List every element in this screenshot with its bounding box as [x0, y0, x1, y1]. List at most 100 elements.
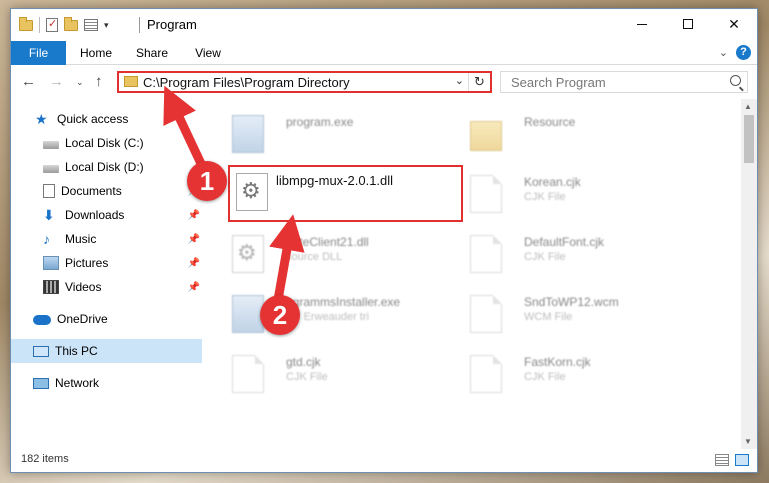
search-icon [730, 75, 741, 86]
list-item[interactable]: program.exe [222, 109, 467, 161]
pictures-icon [43, 256, 59, 270]
search-placeholder: Search Program [511, 75, 606, 90]
sidebar-item-music[interactable]: ♪ Music 📌 [11, 227, 202, 251]
executable-icon [232, 115, 264, 153]
properties-icon[interactable] [46, 17, 58, 32]
file-name: dateClient21.dll [286, 235, 369, 249]
cloud-icon [33, 315, 51, 325]
sidebar-item-videos[interactable]: Videos 📌 [11, 275, 202, 299]
sidebar-item-this-pc[interactable]: This PC [11, 339, 202, 363]
window-title: Program [147, 17, 197, 32]
list-item[interactable]: FastKorn.cjk CJK File [460, 349, 705, 401]
file-name: ogrammsInstaller.exe [286, 295, 401, 309]
divider [39, 17, 40, 33]
status-bar: 182 items [11, 449, 757, 472]
tab-file[interactable]: File [11, 41, 66, 65]
back-arrow-icon[interactable]: ← [21, 73, 36, 90]
sidebar-item-label: Quick access [57, 112, 129, 126]
sidebar-item-local-disk-d[interactable]: Local Disk (D:) [11, 155, 202, 179]
address-path[interactable]: C:\Program Files\Program Directory [143, 75, 350, 90]
list-item[interactable]: ogrammsInstaller.exe BY Erweauder tri [222, 289, 467, 341]
large-icons-view-icon[interactable] [735, 454, 749, 466]
file-type: CJK File [524, 251, 566, 263]
details-view-icon[interactable] [715, 454, 729, 466]
step-1-badge: 1 [187, 161, 227, 201]
file-type: WCM File [524, 311, 573, 323]
recent-locations-icon[interactable]: ⌄ [76, 77, 84, 88]
ribbon: File Home Share View ⌄ ? [11, 41, 757, 65]
scroll-down-icon[interactable]: ▼ [744, 437, 752, 446]
list-item[interactable]: DefaultFont.cjk CJK File [460, 229, 705, 281]
list-item[interactable]: dateClient21.dll source DLL [222, 229, 467, 281]
pin-icon[interactable]: 📌 [188, 282, 200, 293]
scroll-thumb[interactable] [744, 115, 754, 163]
help-icon[interactable]: ? [736, 45, 751, 60]
disk-icon [43, 141, 59, 149]
sidebar-item-label: Local Disk (C:) [65, 136, 144, 150]
explorer-window: ▾ Program ✕ File Home Share View ⌄ ? ← →… [10, 8, 758, 473]
file-type: CJK File [524, 371, 566, 383]
list-item[interactable]: Resource [460, 109, 705, 161]
sidebar-item-label: Network [55, 376, 100, 390]
forward-arrow-icon[interactable]: → [49, 73, 64, 90]
scroll-up-icon[interactable]: ▲ [744, 102, 752, 111]
folder-icon [19, 16, 33, 31]
view-options-icon[interactable] [84, 19, 98, 31]
pin-icon[interactable]: 📌 [188, 210, 200, 221]
sidebar-item-network[interactable]: Network [11, 371, 202, 395]
search-input[interactable]: Search Program [500, 71, 748, 93]
address-bar[interactable]: C:\Program Files\Program Directory ⌄ ↻ [117, 71, 492, 93]
tab-view[interactable]: View [185, 41, 231, 65]
pin-icon[interactable]: 📌 [188, 258, 200, 269]
expand-ribbon-icon[interactable]: ⌄ [719, 46, 728, 59]
address-dropdown-icon[interactable]: ⌄ [455, 74, 464, 87]
ribbon-controls: ⌄ ? [719, 45, 751, 60]
file-icon [232, 355, 264, 393]
file-name: libmpg-mux-2.0.1.dll [276, 173, 394, 188]
tab-share[interactable]: Share [129, 41, 175, 65]
item-count: 182 items [21, 453, 69, 465]
file-name: DefaultFont.cjk [524, 235, 605, 249]
pin-icon[interactable]: 📌 [188, 234, 200, 245]
sidebar-item-onedrive[interactable]: OneDrive [11, 307, 202, 331]
title-bar: ▾ Program ✕ [11, 9, 757, 41]
sidebar-item-documents[interactable]: Documents 📌 [11, 179, 202, 203]
file-icon [470, 295, 502, 333]
list-item[interactable]: SndToWP12.wcm WCM File [460, 289, 705, 341]
file-type: source DLL [286, 251, 343, 263]
sidebar-item-pictures[interactable]: Pictures 📌 [11, 251, 202, 275]
documents-icon [43, 184, 55, 198]
folder-icon [124, 76, 138, 87]
sidebar-item-label: Local Disk (D:) [65, 160, 144, 174]
minimize-button[interactable] [619, 9, 665, 39]
file-name: Resource [524, 115, 576, 129]
maximize-button[interactable] [665, 9, 711, 39]
file-icon [470, 175, 502, 213]
sidebar-item-label: Pictures [65, 256, 109, 270]
sidebar-item-label: OneDrive [57, 312, 108, 326]
file-name: gtd.cjk [286, 355, 321, 369]
dll-gear-icon [236, 173, 268, 211]
vertical-scrollbar[interactable]: ▲ ▼ [741, 99, 757, 449]
list-item[interactable]: gtd.cjk CJK File [222, 349, 467, 401]
sidebar-item-downloads[interactable]: ⬇ Downloads 📌 [11, 203, 202, 227]
close-button[interactable]: ✕ [711, 9, 757, 39]
highlighted-dll-file[interactable]: libmpg-mux-2.0.1.dll [228, 165, 463, 222]
sidebar-item-local-disk-c[interactable]: Local Disk (C:) [11, 131, 202, 155]
maximize-icon [683, 19, 693, 29]
sidebar-item-quick-access[interactable]: ★ Quick access [11, 107, 202, 131]
videos-icon [43, 280, 59, 294]
refresh-icon[interactable]: ↻ [468, 73, 490, 91]
file-icon [470, 355, 502, 393]
new-folder-icon[interactable] [64, 16, 78, 31]
computer-icon [33, 345, 49, 357]
sidebar-item-label: Videos [65, 280, 102, 294]
customize-toolbar-icon[interactable]: ▾ [104, 20, 109, 31]
up-arrow-icon[interactable]: ↑ [95, 73, 103, 90]
list-item[interactable]: Korean.cjk CJK File [460, 169, 705, 221]
minimize-icon [637, 23, 647, 25]
disk-icon [43, 165, 59, 173]
file-name: Korean.cjk [524, 175, 581, 189]
file-icon [470, 235, 502, 273]
tab-home[interactable]: Home [73, 41, 119, 65]
